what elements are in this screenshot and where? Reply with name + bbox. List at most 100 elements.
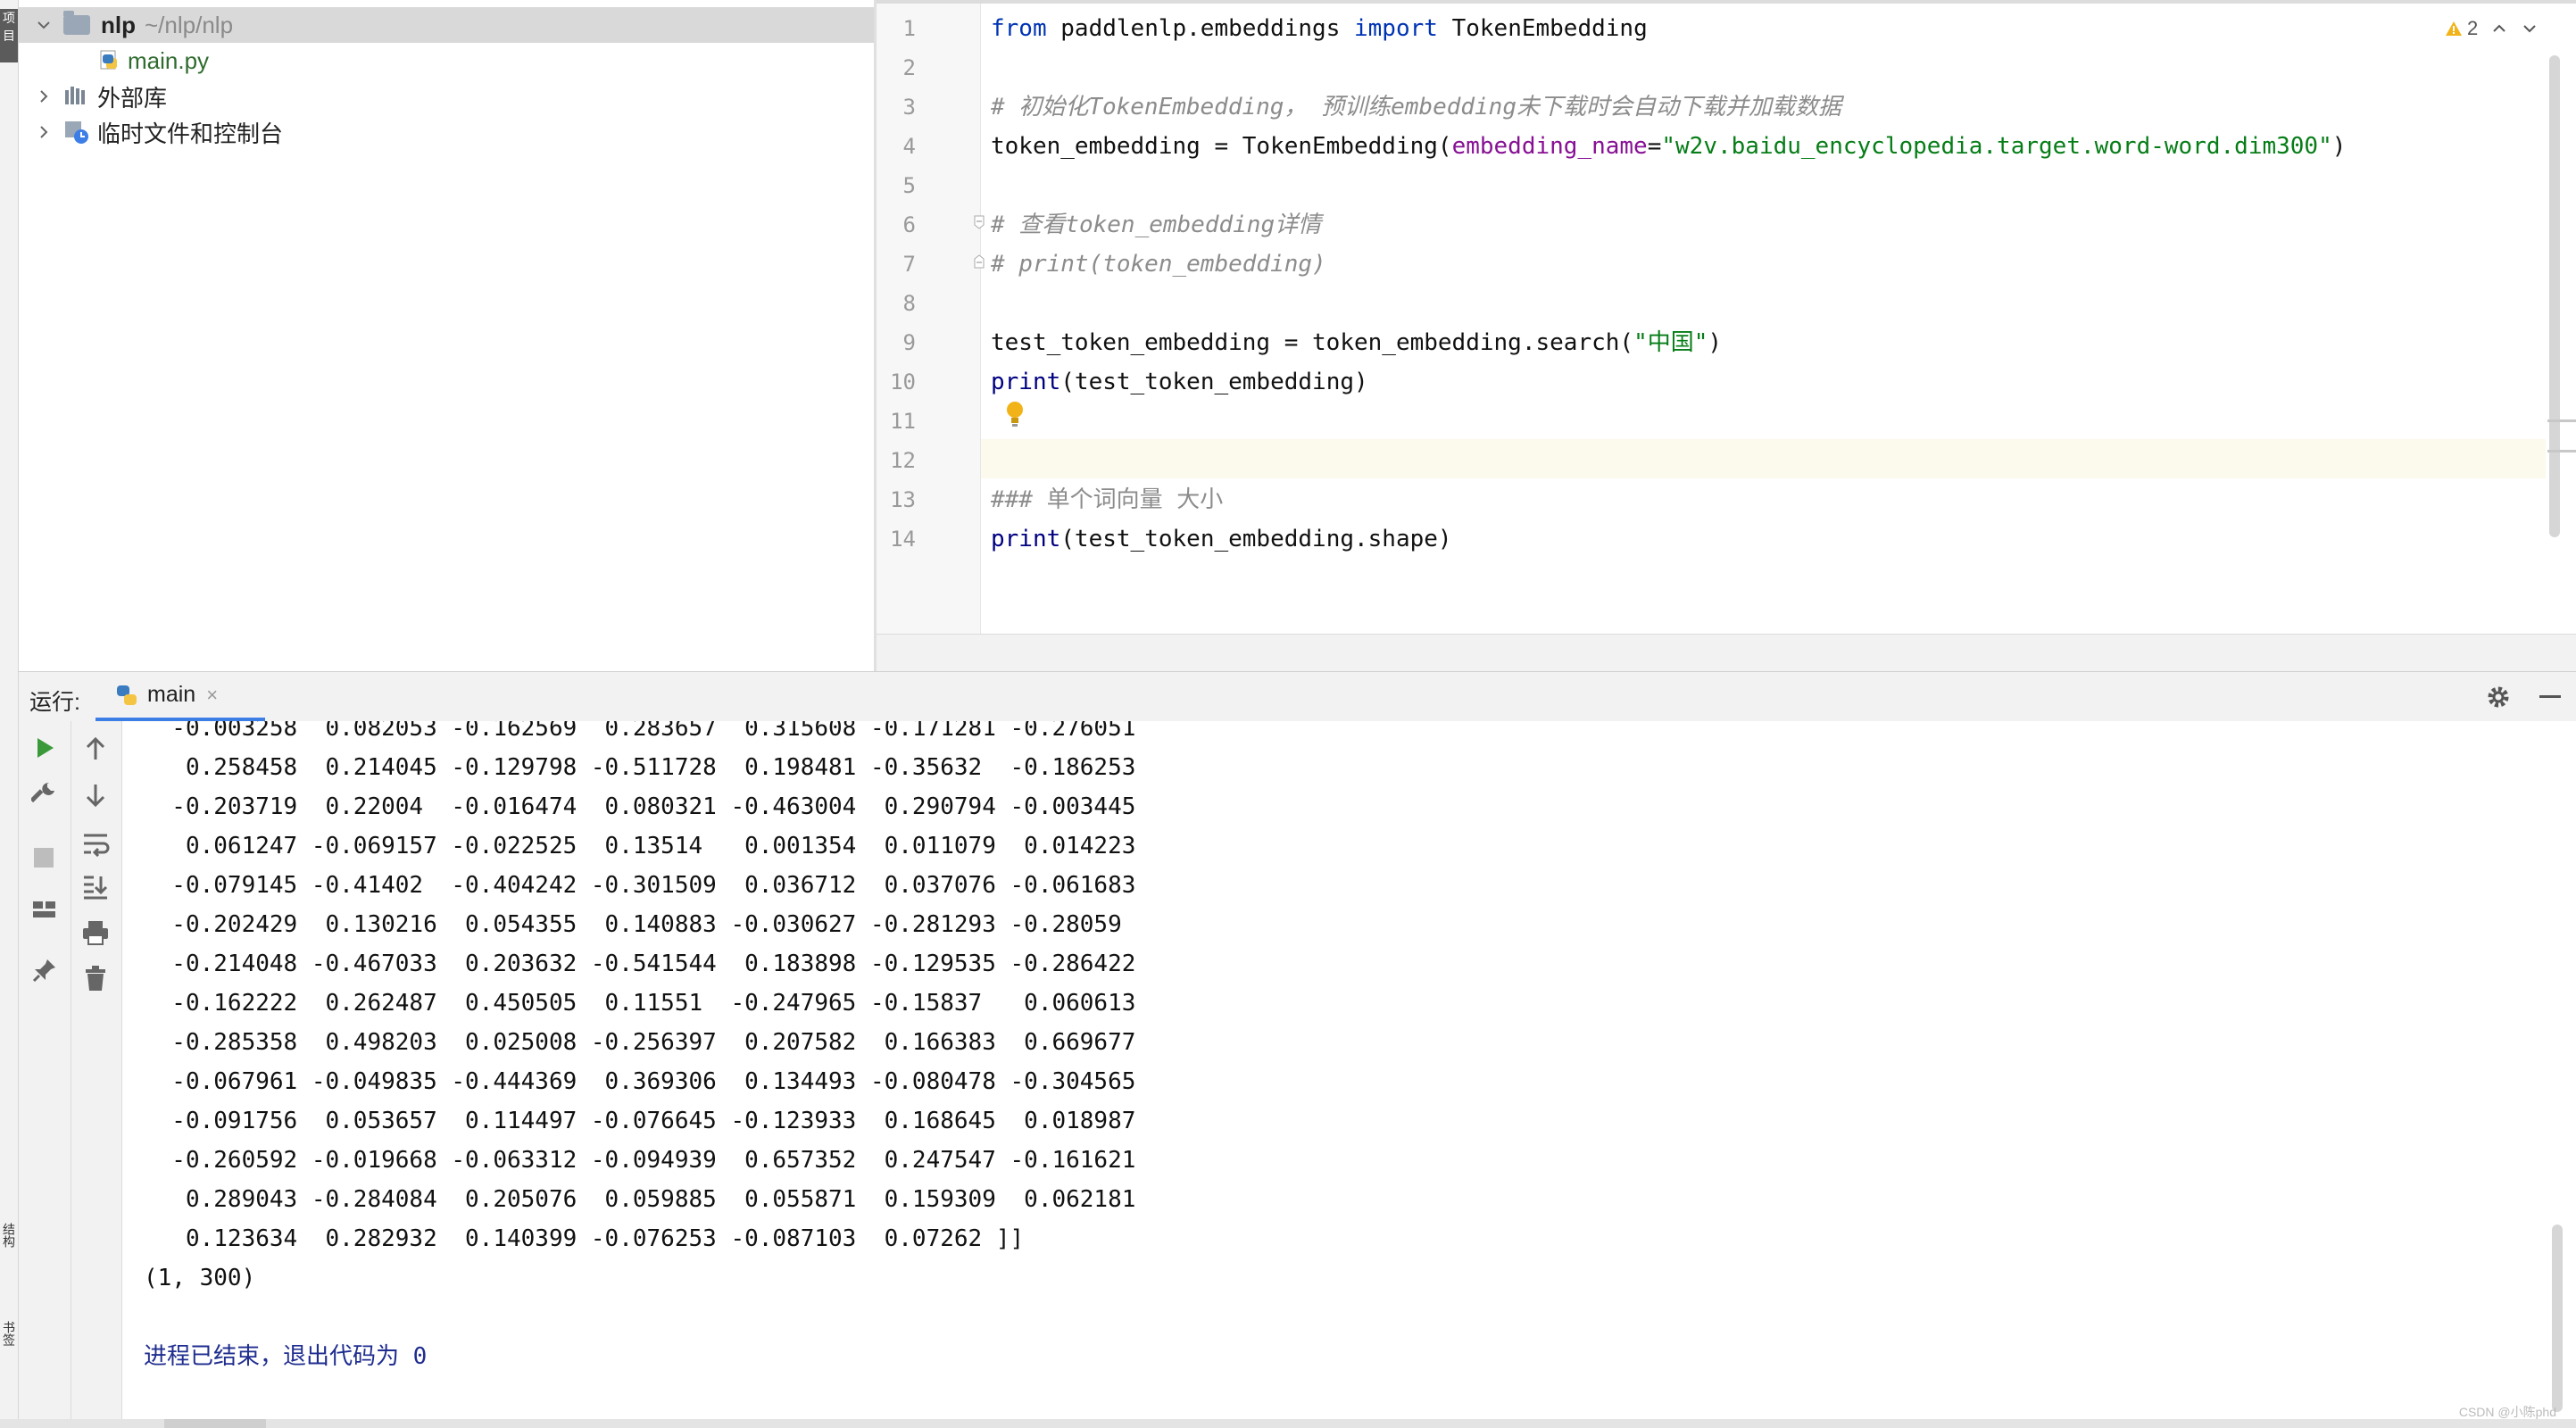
python-icon	[117, 685, 137, 705]
inspection-widget[interactable]: 2	[2444, 14, 2539, 43]
builtin-token: print	[991, 526, 1061, 552]
chevron-up-icon[interactable]	[2490, 20, 2508, 37]
tree-item-external-libraries[interactable]: 外部库	[19, 79, 874, 114]
stop-icon[interactable]	[34, 848, 54, 868]
soft-wrap-icon[interactable]	[81, 830, 110, 857]
code-line-4: token_embedding = TokenEmbedding(embeddi…	[991, 127, 2346, 166]
tree-item-label: 临时文件和控制台	[97, 120, 284, 147]
status-bar	[0, 1419, 2576, 1428]
console-line: -0.079145 -0.41402 -0.404242 -0.301509 0…	[144, 872, 1136, 899]
wrench-icon[interactable]	[31, 780, 58, 807]
tree-item-label: 外部库	[97, 84, 168, 112]
console-line: -0.203719 0.22004 -0.016474 0.080321 -0.…	[144, 793, 1136, 820]
trash-icon[interactable]	[83, 964, 108, 992]
chevron-right-icon[interactable]	[35, 123, 53, 141]
bookmarks-tool-tab[interactable]: 书签	[0, 1321, 18, 1346]
python-file-icon	[100, 50, 117, 70]
keyword-token: from	[991, 15, 1047, 42]
line-number: 7	[902, 252, 916, 277]
tab-label: main	[147, 682, 196, 707]
line-number: 12	[890, 448, 916, 473]
console-scrollbar[interactable]	[2552, 1225, 2563, 1412]
code-token: paddlenlp.embeddings	[1046, 15, 1354, 42]
tree-item-label: nlp	[101, 11, 136, 38]
minimize-icon[interactable]	[2539, 695, 2561, 698]
code-line-7: # print(token_embedding)	[991, 251, 1326, 278]
status-bar-segment	[164, 1419, 266, 1428]
editor-scrollbar[interactable]	[2549, 55, 2560, 537]
param-token: embedding_name	[1451, 133, 1648, 160]
builtin-token: print	[991, 369, 1061, 395]
project-tool-tab[interactable]: 项目	[0, 9, 18, 62]
console-line: -0.285358 0.498203 0.025008 -0.256397 0.…	[144, 1029, 1136, 1056]
line-number: 10	[890, 369, 916, 394]
run-panel-header: 运行: main ×	[19, 671, 2576, 723]
console-line: 0.061247 -0.069157 -0.022525 0.13514 0.0…	[144, 833, 1136, 859]
console-line: (1, 300)	[144, 1265, 256, 1291]
console-line: -0.091756 0.053657 0.114497 -0.076645 -0…	[144, 1108, 1136, 1134]
code-token: =	[1647, 133, 1662, 160]
warning-counter[interactable]: 2	[2444, 17, 2478, 40]
code-token: token_embedding = TokenEmbedding(	[991, 133, 1452, 160]
project-tree: nlp ~/nlp/nlp main.py 外部库 临时文件和控制台	[19, 0, 874, 671]
chevron-down-icon[interactable]	[35, 16, 53, 34]
line-number: 11	[890, 409, 916, 434]
fold-marker-icon[interactable]	[973, 214, 985, 230]
code-token: )	[1708, 329, 1723, 356]
line-number: 1	[902, 16, 916, 41]
console-line: -0.214048 -0.467033 0.203632 -0.541544 0…	[144, 951, 1136, 977]
left-tool-strip: 项目 结构 书签	[0, 0, 19, 1428]
code-line-10: print(test_token_embedding)	[991, 362, 1368, 402]
tree-item-path: ~/nlp/nlp	[145, 11, 234, 38]
console-line: -0.067961 -0.049835 -0.444369 0.369306 0…	[144, 1068, 1136, 1095]
structure-tool-tab[interactable]: 结构	[0, 1223, 18, 1248]
fold-marker-icon[interactable]	[973, 253, 985, 270]
close-icon[interactable]: ×	[206, 684, 218, 707]
run-toolbar-right	[71, 721, 122, 1428]
code-token: )	[2331, 133, 2347, 160]
chevron-down-icon[interactable]	[2521, 20, 2539, 37]
code-line-3: # 初始化TokenEmbedding， 预训练embedding未下载时会自动…	[991, 94, 1841, 120]
library-icon	[65, 87, 85, 104]
project-tool-label: 项目	[3, 11, 15, 43]
arrow-down-icon[interactable]	[83, 782, 108, 809]
rerun-icon[interactable]	[33, 735, 56, 760]
tree-item-scratches-consoles[interactable]: 临时文件和控制台	[19, 114, 874, 150]
process-exit-message: 进程已结束，退出代码为 0	[144, 1343, 428, 1370]
lightbulb-icon[interactable]	[1005, 400, 1025, 428]
arrow-up-icon[interactable]	[83, 735, 108, 762]
console-line: -0.162222 0.262487 0.450505 0.11551 -0.2…	[144, 990, 1136, 1017]
chevron-right-icon[interactable]	[35, 87, 53, 105]
code-token: (test_token_embedding)	[1060, 369, 1368, 395]
print-icon[interactable]	[81, 919, 110, 946]
code-line-14: print(test_token_embedding.shape)	[991, 519, 1452, 559]
console-line: -0.260592 -0.019668 -0.063312 -0.094939 …	[144, 1147, 1136, 1174]
layout-icon[interactable]	[31, 898, 58, 921]
console-output[interactable]: -0.003258 0.082053 -0.162569 0.283657 0.…	[122, 721, 2576, 1419]
tree-item-main-py[interactable]: main.py	[19, 43, 874, 79]
console-line: -0.202429 0.130216 0.054355 0.140883 -0.…	[144, 911, 1122, 938]
console-line: 0.123634 0.282932 0.140399 -0.076253 -0.…	[144, 1225, 1025, 1252]
code-line-13: ### 单个词向量 大小	[991, 486, 1224, 513]
console-line: -0.003258 0.082053 -0.162569 0.283657 0.…	[144, 721, 1136, 742]
scroll-marker	[2547, 450, 2576, 452]
line-number: 4	[902, 134, 916, 159]
string-token: "中国"	[1633, 329, 1708, 356]
tree-item-nlp[interactable]: nlp ~/nlp/nlp	[19, 7, 874, 43]
tree-item-label: main.py	[128, 46, 210, 74]
editor-top-border	[877, 0, 2576, 4]
console-line: 0.258458 0.214045 -0.129798 -0.511728 0.…	[144, 754, 1136, 781]
keyword-token: import	[1354, 15, 1438, 42]
folder-icon	[63, 11, 90, 35]
scroll-to-end-icon[interactable]	[81, 873, 110, 901]
run-toolbar-left	[19, 721, 71, 1428]
current-line-highlight	[877, 439, 2546, 478]
line-number: 14	[890, 527, 916, 552]
string-token: "w2v.baidu_encyclopedia.target.word-word…	[1661, 133, 2332, 160]
pin-icon[interactable]	[31, 957, 58, 984]
code-line-6: # 查看token_embedding详情	[991, 212, 1322, 238]
code-token: TokenEmbedding	[1437, 15, 1648, 42]
warning-icon	[2446, 21, 2462, 36]
tab-main[interactable]: main ×	[96, 672, 265, 722]
gear-icon[interactable]	[2486, 685, 2511, 710]
